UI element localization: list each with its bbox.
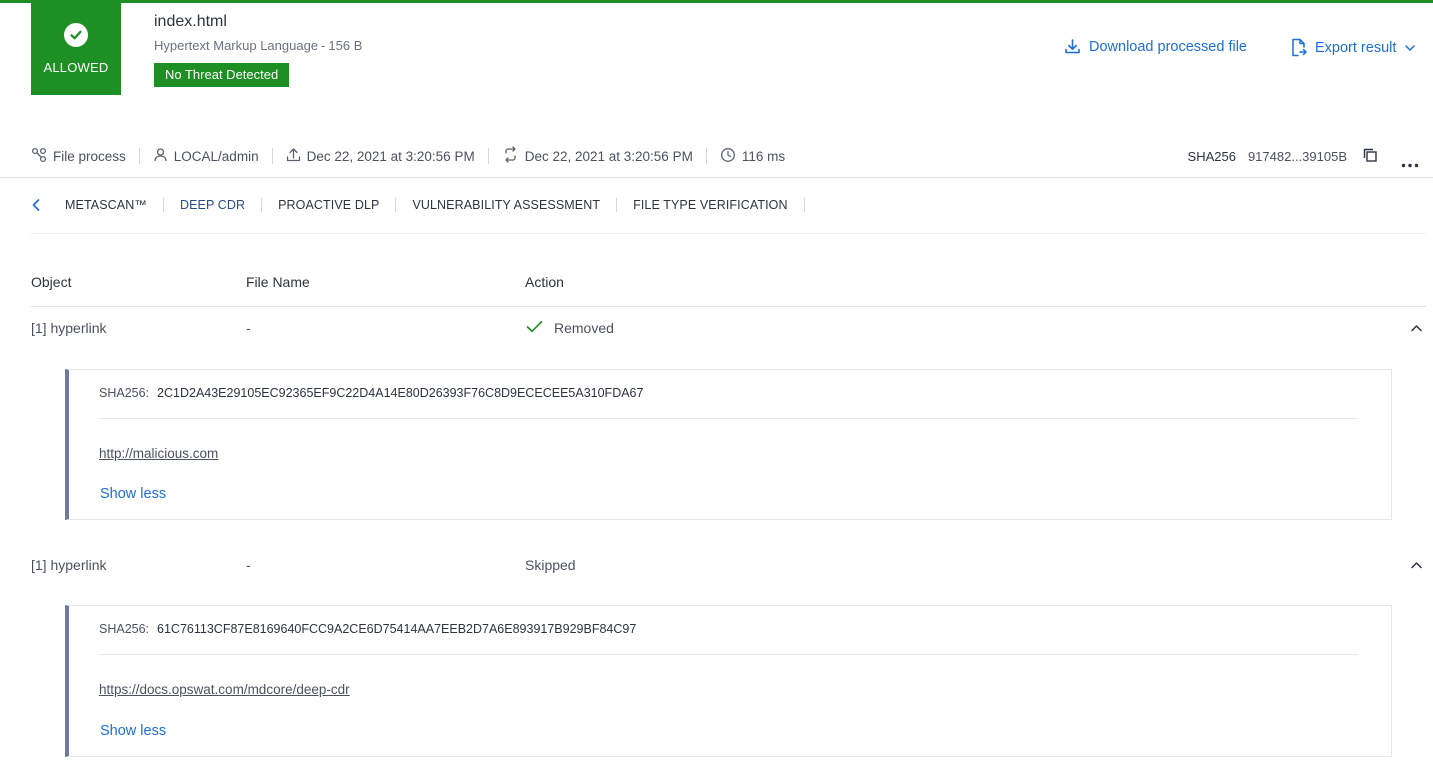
column-header-object: Object — [31, 274, 72, 290]
file-size: 156 B — [328, 38, 363, 53]
file-name-cell: - — [246, 557, 251, 573]
file-hash: SHA256 917482...39105B — [1188, 145, 1347, 167]
chevron-up-icon[interactable] — [1410, 559, 1423, 577]
detail-url-link[interactable]: http://malicious.com — [99, 446, 218, 461]
export-label: Export result — [1315, 39, 1397, 56]
download-icon — [1064, 38, 1081, 55]
tab-file-type-verification[interactable]: FILE TYPE VERIFICATION — [617, 198, 804, 212]
file-meta: Hypertext Markup Language -156 B — [154, 38, 362, 53]
sha-label: SHA256 — [1187, 148, 1236, 164]
user-label: LOCAL/admin — [173, 148, 259, 164]
verdict-tile: ALLOWED — [31, 3, 121, 95]
divider — [99, 418, 1358, 419]
chevron-down-icon — [1404, 42, 1416, 54]
divider — [487, 148, 489, 164]
copy-icon[interactable] — [1362, 147, 1379, 169]
tab-vulnerability-assessment[interactable]: VULNERABILITY ASSESSMENT — [396, 198, 616, 212]
divider — [803, 198, 805, 212]
divider — [31, 233, 1426, 234]
detail-sha-label: SHA256: — [99, 622, 150, 636]
object-cell: [1] hyperlink — [31, 557, 107, 573]
divider — [31, 306, 1426, 307]
check-icon — [526, 320, 543, 336]
tab-proactive-dlp[interactable]: PROACTIVE DLP — [262, 198, 395, 212]
divider — [705, 148, 707, 164]
scan-info-bar: File process LOCAL/admin Dec 22, 2021 at… — [31, 145, 785, 167]
tab-deep-cdr[interactable]: DEEP CDR — [164, 198, 261, 212]
detail-sha-value: 2C1D2A43E29105EC92365EF9C22D4A14E80D2639… — [157, 386, 644, 400]
verdict-label: ALLOWED — [43, 60, 109, 75]
workflow-label: File process — [53, 148, 126, 164]
more-options-icon[interactable] — [1401, 155, 1419, 173]
action-cell: Removed — [526, 320, 614, 336]
detail-sha-value: 61C76113CF87E8169640FCC9A2CE6D75414AA7EE… — [157, 622, 637, 636]
engine-tabs: METASCAN™ DEEP CDR PROACTIVE DLP VULNERA… — [31, 195, 805, 215]
action-cell: Skipped — [525, 557, 576, 573]
upload-icon — [286, 147, 301, 165]
workflow-icon — [31, 147, 47, 166]
chevron-left-icon[interactable] — [31, 198, 51, 212]
process-time-info: Dec 22, 2021 at 3:20:56 PM — [502, 146, 693, 166]
action-label: Removed — [554, 320, 614, 336]
show-less-link[interactable]: Show less — [100, 723, 166, 739]
export-file-icon — [1290, 38, 1307, 57]
upload-time-info: Dec 22, 2021 at 3:20:56 PM — [286, 147, 475, 165]
workflow-info: File process — [31, 147, 126, 166]
user-info: LOCAL/admin — [153, 147, 259, 165]
upload-time-label: Dec 22, 2021 at 3:20:56 PM — [306, 148, 475, 164]
refresh-icon — [502, 146, 519, 166]
row-detail-panel: SHA256: 61C76113CF87E8169640FCC9A2CE6D754… — [65, 605, 1392, 757]
detail-sha: SHA256: 61C76113CF87E8169640FCC9A2CE6D754… — [99, 622, 636, 636]
chevron-up-icon[interactable] — [1410, 322, 1423, 340]
column-header-action: Action — [525, 274, 564, 290]
process-time-label: Dec 22, 2021 at 3:20:56 PM — [524, 148, 693, 164]
divider — [138, 148, 140, 164]
duration-label: 116 ms — [741, 148, 786, 164]
status-top-bar — [0, 0, 1433, 3]
export-result-dropdown[interactable]: Export result — [1290, 38, 1416, 57]
download-label: Download processed file — [1089, 38, 1247, 55]
detail-sha-label: SHA256: — [99, 386, 150, 400]
divider — [99, 654, 1358, 655]
tab-metascan[interactable]: METASCAN™ — [51, 198, 163, 212]
file-name-cell: - — [246, 320, 251, 336]
sha-value: 917482...39105B — [1247, 148, 1347, 164]
user-icon — [153, 147, 168, 165]
threat-status-badge: No Threat Detected — [154, 63, 290, 87]
check-circle-icon — [64, 23, 88, 47]
show-less-link[interactable]: Show less — [100, 486, 166, 502]
divider — [271, 148, 273, 164]
row-detail-panel: SHA256: 2C1D2A43E29105EC92365EF9C22D4A14E… — [65, 369, 1392, 520]
clock-icon — [720, 147, 736, 166]
detail-sha: SHA256: 2C1D2A43E29105EC92365EF9C22D4A14E… — [99, 386, 643, 400]
file-name: index.html — [154, 13, 227, 30]
divider — [0, 177, 1433, 178]
detail-url-link[interactable]: https://docs.opswat.com/mdcore/deep-cdr — [99, 682, 350, 697]
column-header-file-name: File Name — [246, 274, 310, 290]
object-cell: [1] hyperlink — [31, 320, 107, 336]
file-type: Hypertext Markup Language — [154, 38, 319, 53]
file-meta-separator: - — [321, 38, 326, 53]
duration-info: 116 ms — [720, 147, 785, 166]
download-processed-file-button[interactable]: Download processed file — [1064, 38, 1247, 55]
